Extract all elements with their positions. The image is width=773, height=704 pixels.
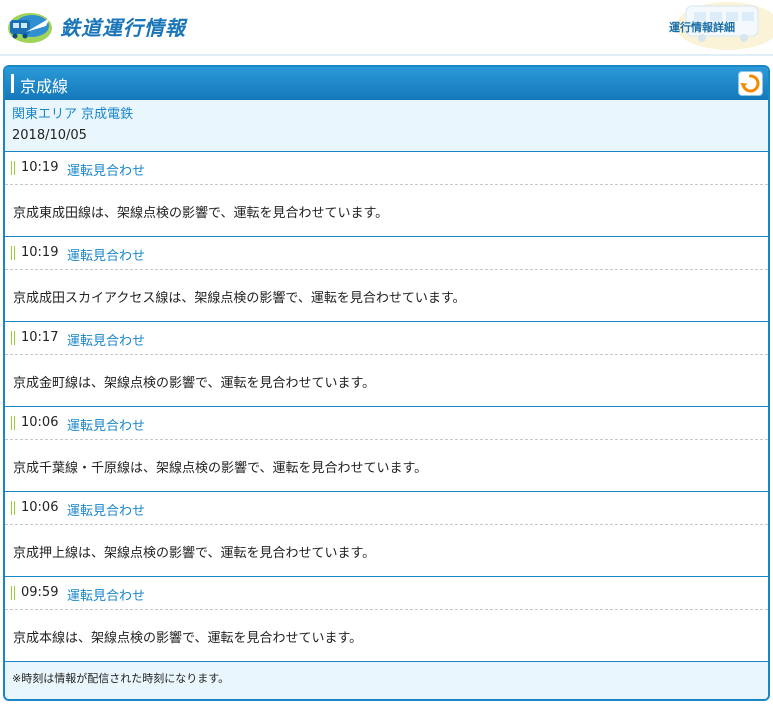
entry-header: 10:19 運転見合わせ — [5, 237, 768, 270]
entry-time: 10:06 — [21, 500, 59, 515]
entry-message: 京成千葉線・千原線は、架線点検の影響で、運転を見合わせています。 — [13, 461, 428, 476]
entry-status-link[interactable]: 運転見合わせ — [67, 415, 145, 434]
title-bar-mark — [11, 74, 14, 93]
footnote: ※時刻は情報が配信された時刻になります。 — [5, 662, 768, 699]
entry-time: 10:19 — [21, 245, 59, 260]
entry-marker-icon — [11, 246, 15, 260]
entry-marker-icon — [11, 161, 15, 175]
entry-status-link[interactable]: 運転見合わせ — [67, 500, 145, 519]
entry-marker-icon — [11, 331, 15, 345]
status-entry: 10:17 運転見合わせ京成金町線は、架線点検の影響で、運転を見合わせています。 — [5, 322, 768, 407]
panel-header: 京成線 — [5, 67, 768, 100]
entry-message: 京成成田スカイアクセス線は、架線点検の影響で、運転を見合わせています。 — [13, 291, 466, 306]
area-name-link[interactable]: 関東エリア 京成電鉄 — [12, 106, 761, 124]
entry-header: 10:06 運転見合わせ — [5, 492, 768, 525]
entry-marker-icon — [11, 416, 15, 430]
entry-message: 京成東成田線は、架線点検の影響で、運転を見合わせています。 — [13, 206, 389, 221]
entry-header: 10:06 運転見合わせ — [5, 407, 768, 440]
entry-message: 京成本線は、架線点検の影響で、運転を見合わせています。 — [13, 631, 363, 646]
detail-link[interactable]: 運行情報詳細 — [669, 19, 735, 35]
entry-time: 09:59 — [21, 585, 59, 600]
status-entry: 09:59 運転見合わせ京成本線は、架線点検の影響で、運転を見合わせています。 — [5, 577, 768, 662]
entry-header: 10:17 運転見合わせ — [5, 322, 768, 355]
entry-marker-icon — [11, 586, 15, 600]
area-info: 関東エリア 京成電鉄 2018/10/05 — [5, 100, 768, 152]
entry-time: 10:06 — [21, 415, 59, 430]
entry-list: 10:19 運転見合わせ 京成東成田線は、架線点検の影響で、運転を見合わせています。… — [5, 152, 768, 662]
entry-message: 京成押上線は、架線点検の影響で、運転を見合わせています。 — [13, 546, 376, 561]
header-divider — [0, 54, 773, 56]
entry-header: 10:19 運転見合わせ — [5, 152, 768, 185]
entry-status-link[interactable]: 運転見合わせ — [67, 330, 145, 349]
entry-time: 10:17 — [21, 330, 59, 345]
refresh-icon — [740, 74, 760, 93]
status-entry: 10:19 運転見合わせ京成東成田線は、架線点検の影響で、運転を見合わせています。 — [5, 152, 768, 237]
train-logo-icon — [8, 13, 52, 43]
info-date: 2018/10/05 — [12, 128, 87, 143]
status-entry: 10:06 運転見合わせ京成千葉線・千原線は、架線点検の影響で、運転を見合わせてい… — [5, 407, 768, 492]
line-title: 京成線 — [20, 77, 69, 96]
status-entry: 10:06 運転見合わせ京成押上線は、架線点検の影響で、運転を見合わせています。 — [5, 492, 768, 577]
entry-message: 京成金町線は、架線点検の影響で、運転を見合わせています。 — [13, 376, 376, 391]
entry-status-link[interactable]: 運転見合わせ — [67, 245, 145, 264]
line-info-panel: 京成線 関東エリア 京成電鉄 2018/10/05 10:19 運転見合わせ 京成東… — [3, 65, 770, 701]
entry-status-link[interactable]: 運転見合わせ — [67, 585, 145, 604]
refresh-button[interactable] — [738, 71, 763, 96]
entry-marker-icon — [11, 501, 15, 515]
site-title: 鉄道運行情報 — [60, 16, 186, 40]
entry-status-link[interactable]: 運転見合わせ — [67, 160, 145, 179]
entry-header: 09:59 運転見合わせ — [5, 577, 768, 610]
status-entry: 10:19 運転見合わせ京成成田スカイアクセス線は、架線点検の影響で、運転を見合わ… — [5, 237, 768, 322]
site-header: 鉄道運行情報 運行情報詳細 — [0, 0, 773, 56]
entry-time: 10:19 — [21, 160, 59, 175]
